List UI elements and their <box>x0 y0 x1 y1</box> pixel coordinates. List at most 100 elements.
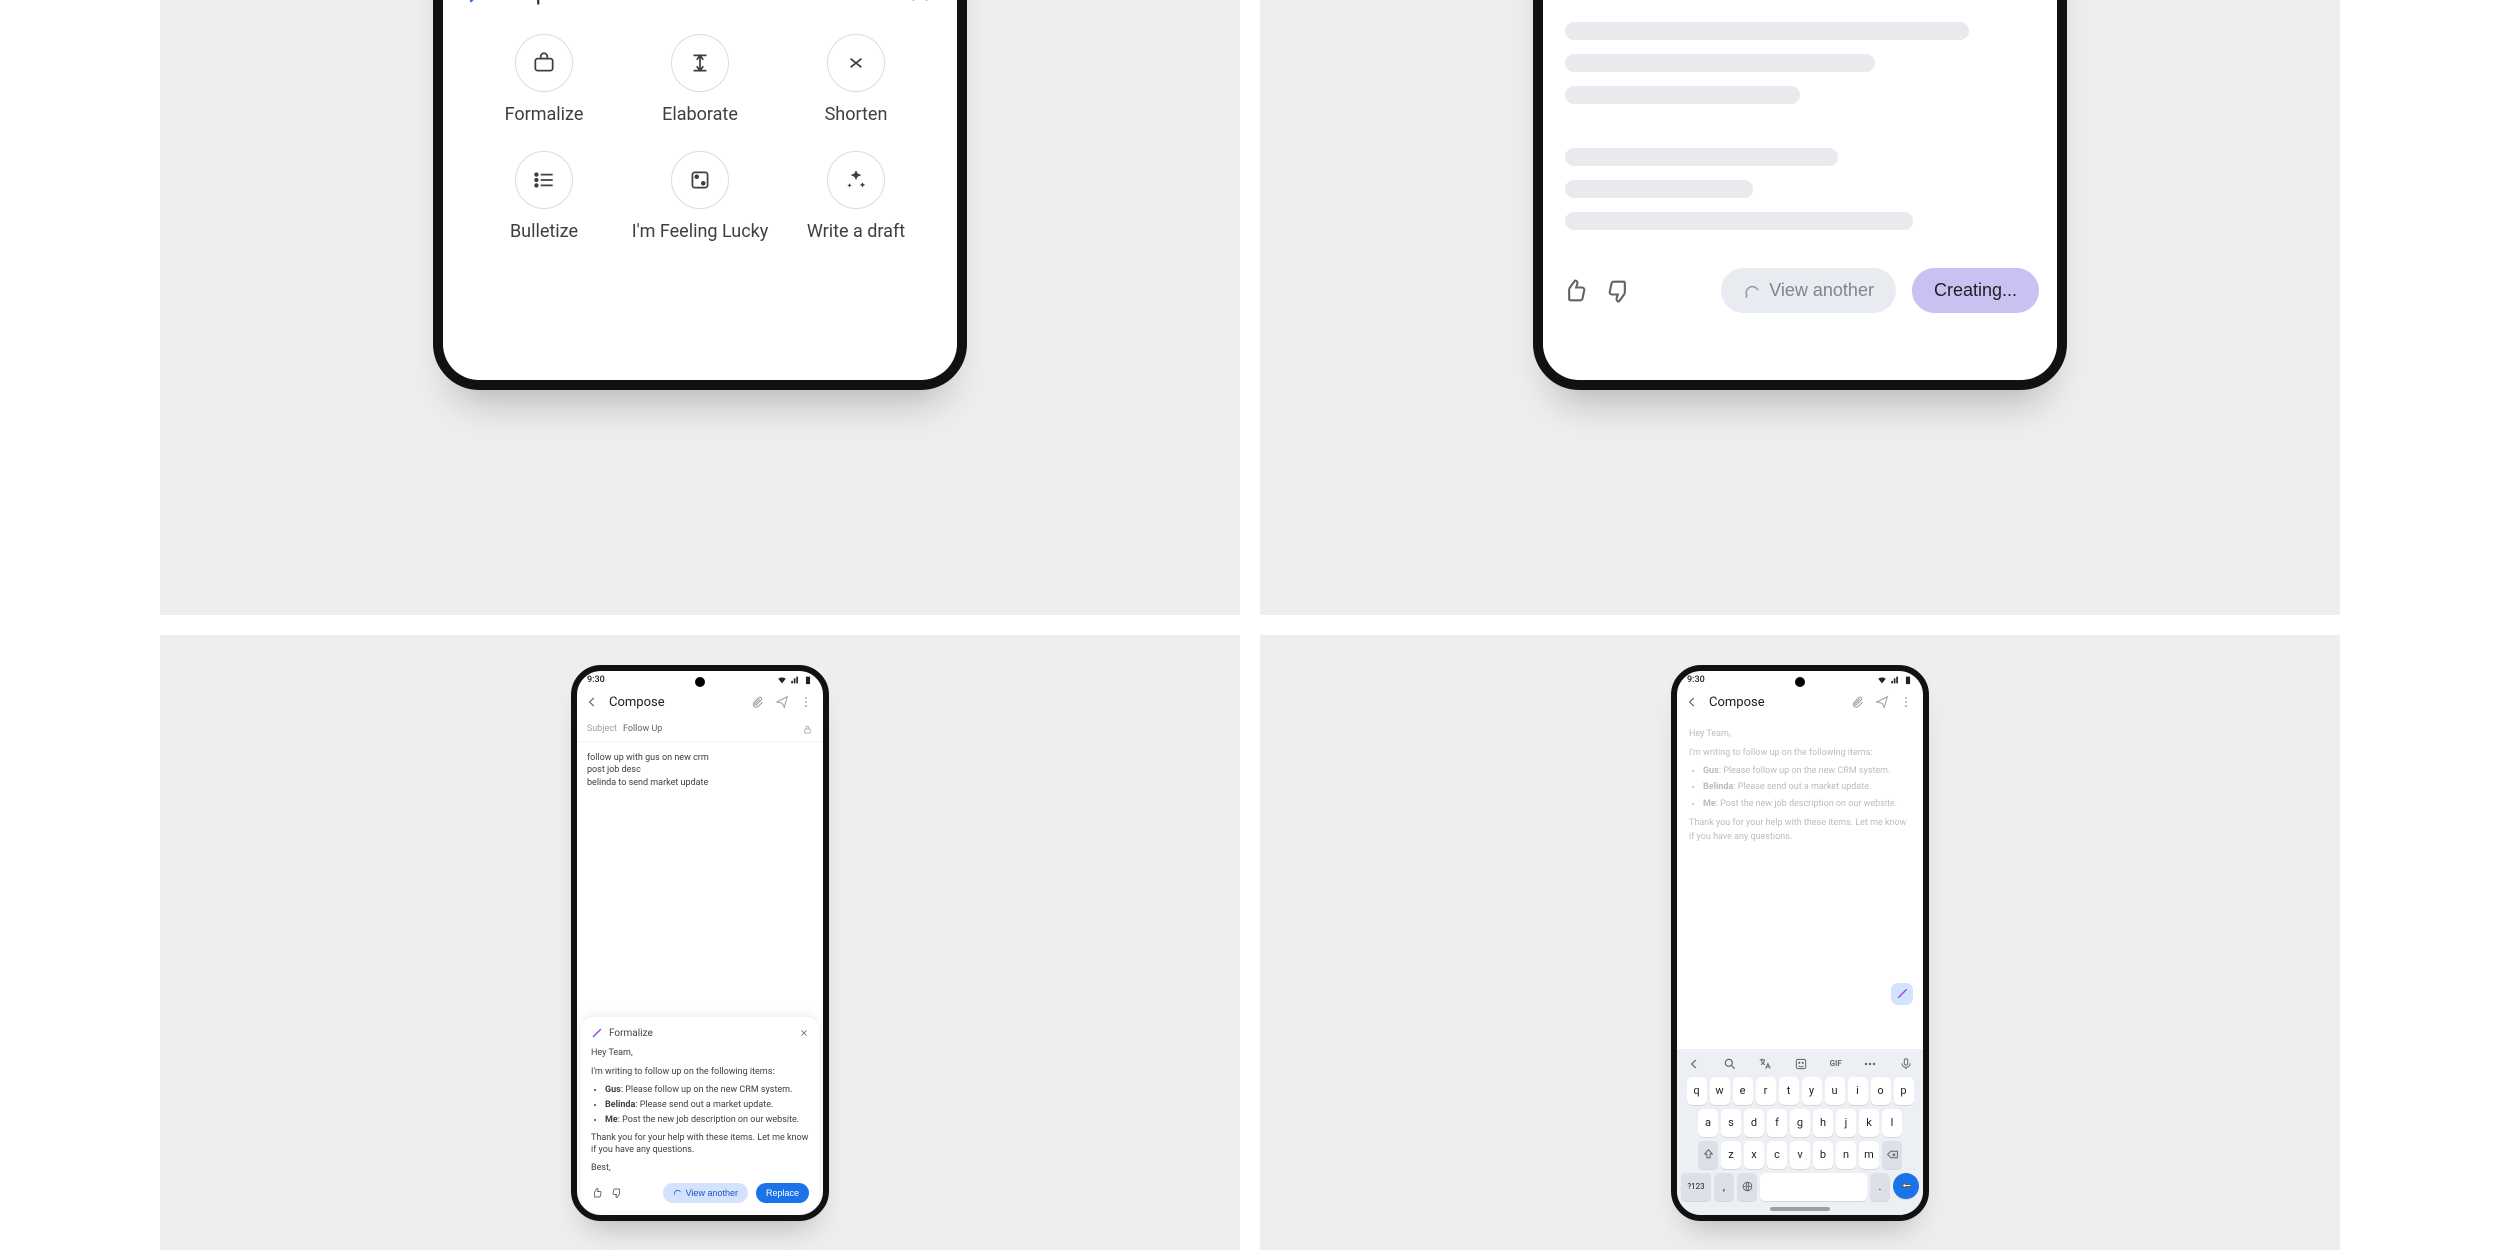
back-icon[interactable] <box>1685 695 1699 709</box>
shift-key[interactable] <box>1698 1141 1718 1169</box>
option-shorten[interactable]: Shorten <box>783 34 929 125</box>
suggestion-body: Hey Team, I'm writing to follow up on th… <box>591 1047 809 1174</box>
key-l[interactable]: l <box>1882 1109 1902 1137</box>
option-bulletize[interactable]: Bulletize <box>471 151 617 242</box>
key-w[interactable]: w <box>1710 1077 1730 1105</box>
key-c[interactable]: c <box>1767 1141 1787 1169</box>
creating-button[interactable]: Creating... <box>1912 268 2039 313</box>
key-j[interactable]: j <box>1836 1109 1856 1137</box>
backspace-key[interactable] <box>1882 1141 1902 1169</box>
keyboard: GIF qwertyuiop asdfghjkl zxcvbnm ?123 , … <box>1677 1049 1923 1215</box>
camera-dot <box>695 677 705 687</box>
compose-toolbar: Compose <box>1677 687 1923 718</box>
chevron-left-icon[interactable] <box>1687 1057 1701 1071</box>
key-q[interactable]: q <box>1687 1077 1707 1105</box>
enter-key[interactable] <box>1893 1173 1919 1199</box>
formalize-preview-sheet: Formalize Hey Team, I'm writing to follo… <box>581 1017 819 1210</box>
send-icon[interactable] <box>775 695 789 709</box>
search-icon[interactable] <box>1723 1057 1737 1071</box>
camera-dot <box>1795 677 1805 687</box>
mini-sheet-title: Formalize <box>609 1028 653 1039</box>
key-x[interactable]: x <box>1744 1141 1764 1169</box>
attachment-icon[interactable] <box>1851 695 1865 709</box>
option-feeling-lucky[interactable]: I'm Feeling Lucky <box>627 151 773 242</box>
close-icon[interactable] <box>907 0 933 6</box>
key-g[interactable]: g <box>1790 1109 1810 1137</box>
key-v[interactable]: v <box>1790 1141 1810 1169</box>
bullet-item: Me: Post the new job description on our … <box>605 1114 809 1126</box>
thumbs-down-icon[interactable] <box>611 1187 623 1199</box>
help-me-write-fab[interactable] <box>1891 983 1913 1005</box>
option-elaborate[interactable]: Elaborate <box>627 34 773 125</box>
bullet-item: Belinda: Please send out a market update… <box>605 1099 809 1111</box>
phone-frame: Formalize <box>1533 0 2067 390</box>
key-f[interactable]: f <box>1767 1109 1787 1137</box>
more-icon[interactable] <box>799 695 813 709</box>
compose-title: Compose <box>1709 695 1841 710</box>
bullet-item: Belinda: Please send out a market update… <box>1703 781 1911 795</box>
key-z[interactable]: z <box>1721 1141 1741 1169</box>
formalize-sheet: Formalize <box>1543 0 2057 380</box>
option-formalize[interactable]: Formalize <box>471 34 617 125</box>
view-another-button[interactable]: View another <box>1721 268 1896 313</box>
key-e[interactable]: e <box>1733 1077 1753 1105</box>
translate-icon[interactable] <box>1758 1057 1772 1071</box>
compose-body[interactable]: follow up with gus on new crm post job d… <box>577 742 823 794</box>
period-key[interactable]: . <box>1870 1173 1890 1201</box>
thumbs-up-icon[interactable] <box>1561 277 1589 305</box>
status-time: 9:30 <box>1687 675 1705 685</box>
thumbs-up-icon[interactable] <box>591 1187 603 1199</box>
key-k[interactable]: k <box>1859 1109 1879 1137</box>
compose-toolbar: Compose <box>577 687 823 718</box>
send-icon[interactable] <box>1875 695 1889 709</box>
sticker-icon[interactable] <box>1794 1057 1808 1071</box>
gif-button[interactable]: GIF <box>1830 1059 1842 1068</box>
emoji-key[interactable]: , <box>1714 1173 1734 1201</box>
space-key[interactable] <box>1760 1173 1867 1201</box>
key-h[interactable]: h <box>1813 1109 1833 1137</box>
key-p[interactable]: p <box>1894 1077 1914 1105</box>
attachment-icon[interactable] <box>751 695 765 709</box>
key-n[interactable]: n <box>1836 1141 1856 1169</box>
panel-formalize-loading: Formalize <box>1260 0 2340 615</box>
more-icon[interactable] <box>1899 695 1913 709</box>
key-o[interactable]: o <box>1871 1077 1891 1105</box>
option-write-draft[interactable]: Write a draft <box>783 151 929 242</box>
thumbs-down-icon[interactable] <box>1605 277 1633 305</box>
panel-compose-suggestion: 9:30 Compose Subject Follow Up <box>160 635 1240 1250</box>
compose-body[interactable]: Hey Team, I'm writing to follow up on th… <box>1677 718 1923 849</box>
mic-icon[interactable] <box>1899 1057 1913 1071</box>
key-a[interactable]: a <box>1698 1109 1718 1137</box>
view-another-button[interactable]: View another <box>663 1183 748 1203</box>
key-b[interactable]: b <box>1813 1141 1833 1169</box>
keyboard-row: qwertyuiop <box>1681 1077 1919 1105</box>
language-key[interactable] <box>1737 1173 1757 1201</box>
close-icon[interactable] <box>799 1028 809 1038</box>
panel-help-me-write: Help me write Formalize Elaborate Shorte… <box>160 0 1240 615</box>
subject-row[interactable]: Subject Follow Up <box>577 718 823 742</box>
option-grid: Formalize Elaborate Shorten Bulletize <box>461 26 939 242</box>
magic-wand-icon <box>467 0 491 5</box>
more-horizontal-icon[interactable] <box>1863 1057 1877 1071</box>
key-y[interactable]: y <box>1802 1077 1822 1105</box>
key-t[interactable]: t <box>1779 1077 1799 1105</box>
key-i[interactable]: i <box>1848 1077 1868 1105</box>
numbers-key[interactable]: ?123 <box>1681 1173 1711 1201</box>
bullet-item: Me: Post the new job description on our … <box>1703 798 1911 812</box>
status-time: 9:30 <box>587 675 605 685</box>
key-s[interactable]: s <box>1721 1109 1741 1137</box>
key-d[interactable]: d <box>1744 1109 1764 1137</box>
key-u[interactable]: u <box>1825 1077 1845 1105</box>
replace-button[interactable]: Replace <box>756 1183 809 1203</box>
loading-skeleton <box>1561 0 2039 230</box>
wifi-icon <box>1877 675 1887 685</box>
key-r[interactable]: r <box>1756 1077 1776 1105</box>
bullet-item: Gus: Please follow up on the new CRM sys… <box>1703 765 1911 779</box>
wifi-icon <box>777 675 787 685</box>
battery-icon <box>803 675 813 685</box>
back-icon[interactable] <box>585 695 599 709</box>
signal-icon <box>1890 675 1900 685</box>
key-m[interactable]: m <box>1859 1141 1879 1169</box>
lock-icon <box>802 724 813 735</box>
nav-handle[interactable] <box>1770 1207 1830 1211</box>
